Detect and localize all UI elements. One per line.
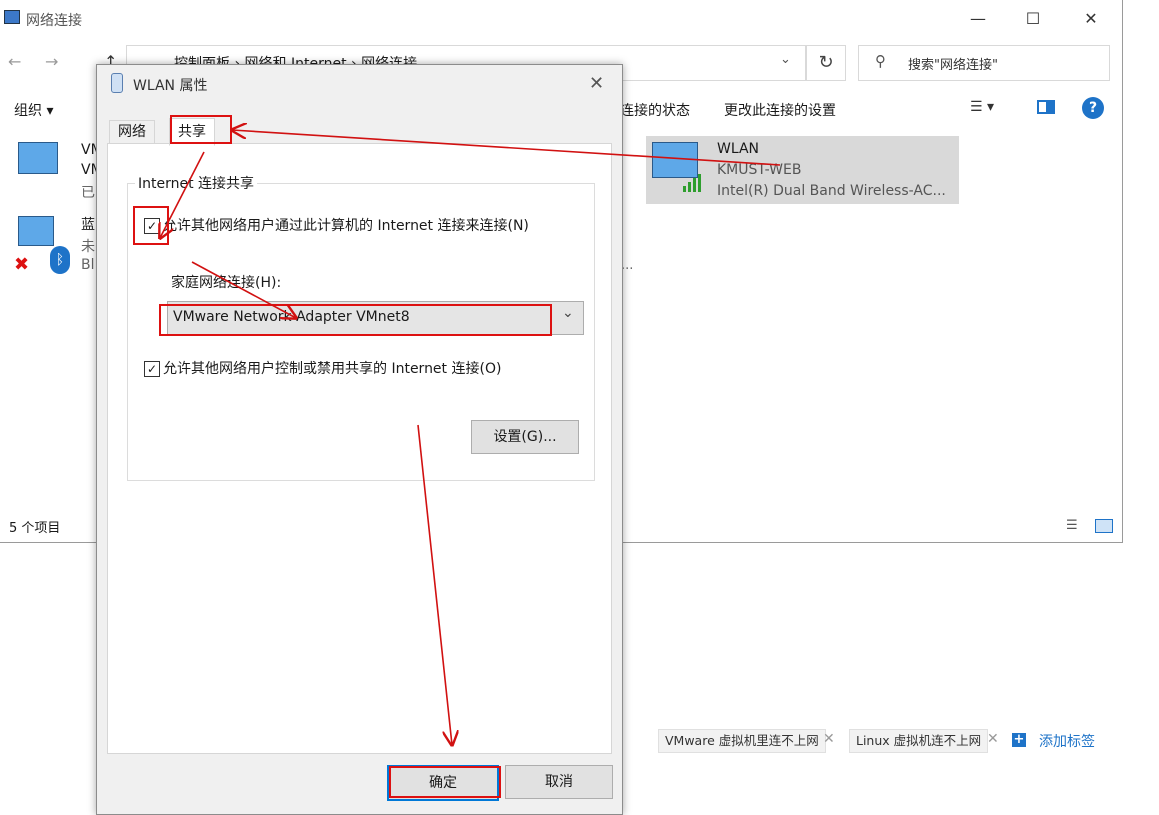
annotation-arrows (0, 0, 781, 813)
arrow-wlan-to-share (232, 130, 781, 166)
arrow-to-checkbox (160, 151, 205, 238)
arrow-to-ok (417, 424, 452, 745)
arrow-to-select (191, 261, 296, 318)
